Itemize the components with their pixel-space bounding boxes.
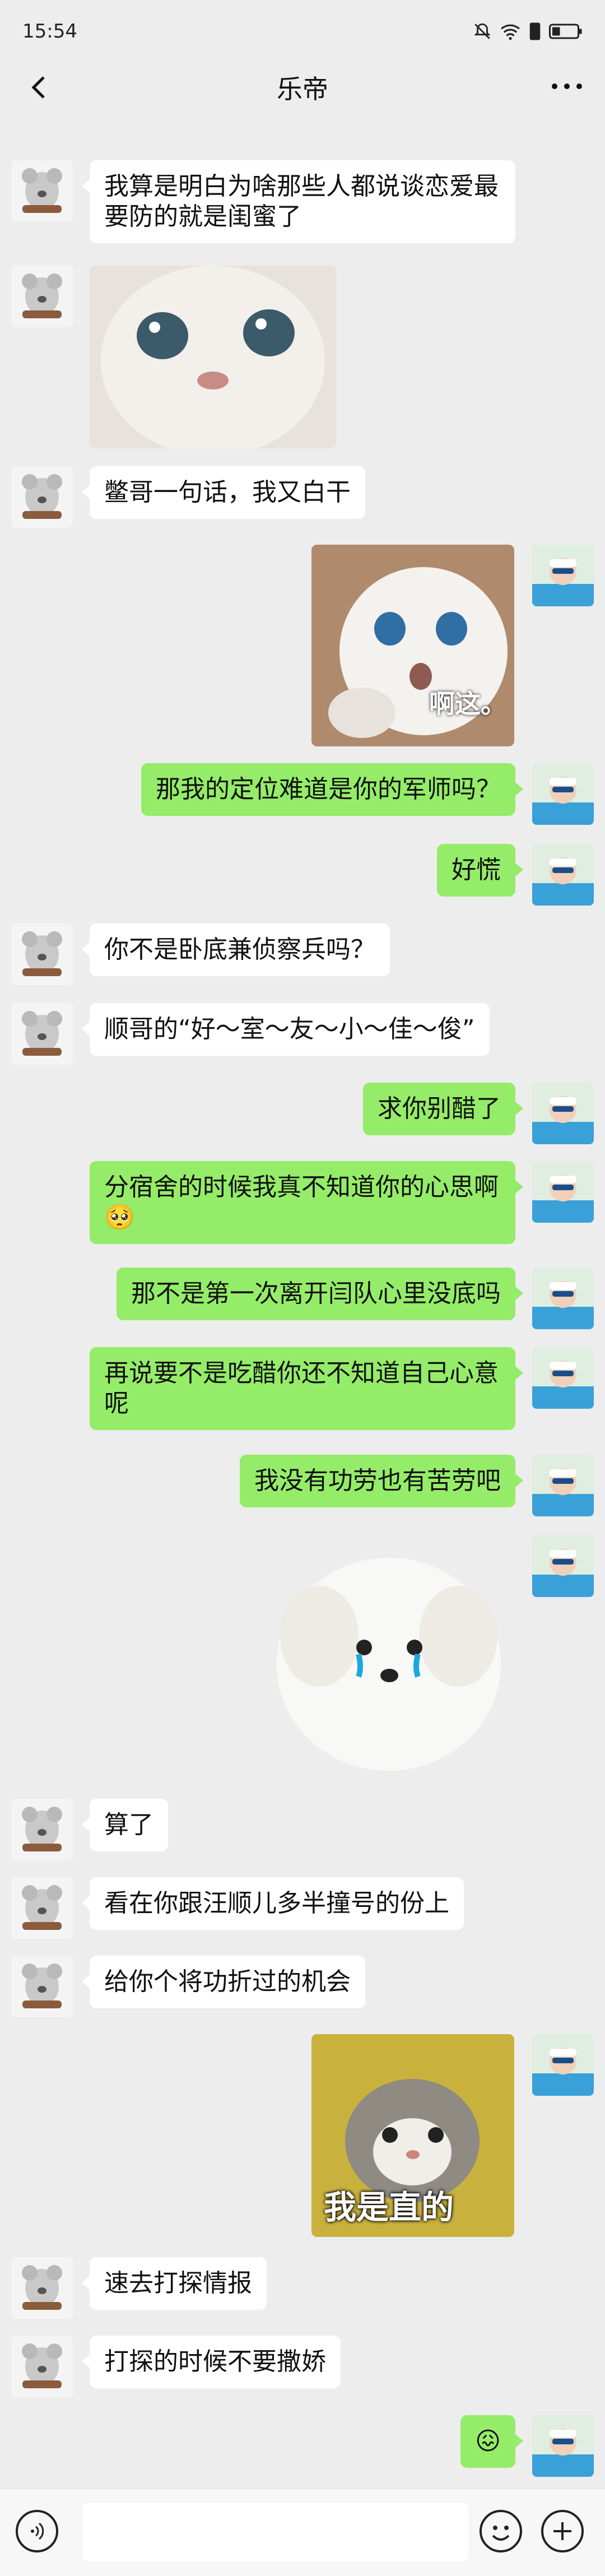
message-bubble[interactable]: 看在你跟汪顺儿多半撞号的份上 <box>82 1877 464 1930</box>
message-bubble[interactable]: 分宿舍的时候我真不知道你的心思啊🥺 <box>90 1161 523 1244</box>
avatar[interactable] <box>11 2257 73 2319</box>
plus-icon[interactable] <box>541 2510 584 2552</box>
sticker-image[interactable]: 我是直的 <box>311 2034 514 2237</box>
sticker-image[interactable]: 啊这。 <box>311 545 514 746</box>
message-bubble[interactable]: 鳖哥一句话，我又白干 <box>82 466 365 519</box>
message-bubble[interactable]: 再说要不是吃醋你还不知道自己心意呢 <box>90 1347 523 1430</box>
avatar[interactable] <box>11 160 73 222</box>
sticker-caption: 啊这。 <box>429 689 506 719</box>
voice-icon[interactable] <box>16 2510 58 2552</box>
avatar[interactable] <box>11 1956 73 2017</box>
avatar[interactable] <box>532 545 594 606</box>
avatar[interactable] <box>532 1161 594 1223</box>
message-bubble[interactable]: 顺哥的“好～室～友～小～佳～俊” <box>82 1003 490 1056</box>
message-bubble[interactable]: 我没有功劳也有苦劳吧 <box>240 1455 523 1507</box>
message-bubble[interactable]: 那不是第一次离开闫队心里没底吗 <box>117 1268 523 1320</box>
emoji-icon[interactable] <box>480 2510 522 2552</box>
message-bubble[interactable]: 😖 <box>460 2415 523 2468</box>
message-bubble[interactable]: 算了 <box>82 1799 168 1851</box>
avatar[interactable] <box>11 1003 73 1065</box>
message-bubble[interactable]: 速去打探情报 <box>82 2257 267 2310</box>
message-bubble[interactable]: 打探的时候不要撒娇 <box>82 2336 341 2388</box>
avatar[interactable] <box>532 1455 594 1516</box>
avatar[interactable] <box>11 1877 73 1939</box>
avatar[interactable] <box>532 1535 594 1597</box>
message-bubble[interactable]: 求你别醋了 <box>363 1083 523 1135</box>
avatar[interactable] <box>532 2034 594 2096</box>
avatar[interactable] <box>532 763 594 825</box>
sticker-image[interactable] <box>90 266 336 448</box>
avatar[interactable] <box>11 1799 73 1860</box>
avatar[interactable] <box>11 2336 73 2397</box>
message-input[interactable] <box>83 2503 468 2561</box>
input-bar <box>0 2488 605 2576</box>
avatar[interactable] <box>11 266 73 327</box>
avatar[interactable] <box>532 844 594 906</box>
message-bubble[interactable]: 我算是明白为啥那些人都说谈恋爱最要防的就是闺蜜了 <box>82 160 515 243</box>
avatar[interactable] <box>11 923 73 985</box>
sticker-caption: 我是直的 <box>324 2188 454 2226</box>
message-list: 我算是明白为啥那些人都说谈恋爱最要防的就是闺蜜了 鳖哥一句话，我又白干 啊这。 … <box>0 0 605 2575</box>
message-bubble[interactable]: 给你个将功折过的机会 <box>82 1956 365 2008</box>
avatar[interactable] <box>11 466 73 528</box>
message-bubble[interactable]: 那我的定位难道是你的军师吗？ <box>141 763 523 816</box>
avatar[interactable] <box>532 2415 594 2477</box>
avatar[interactable] <box>532 1347 594 1409</box>
avatar[interactable] <box>532 1083 594 1144</box>
message-bubble[interactable]: 好慌 <box>437 844 523 897</box>
sticker-image[interactable] <box>263 1535 514 1782</box>
avatar[interactable] <box>532 1268 594 1329</box>
message-bubble[interactable]: 你不是卧底兼侦察兵吗？ <box>82 923 390 976</box>
